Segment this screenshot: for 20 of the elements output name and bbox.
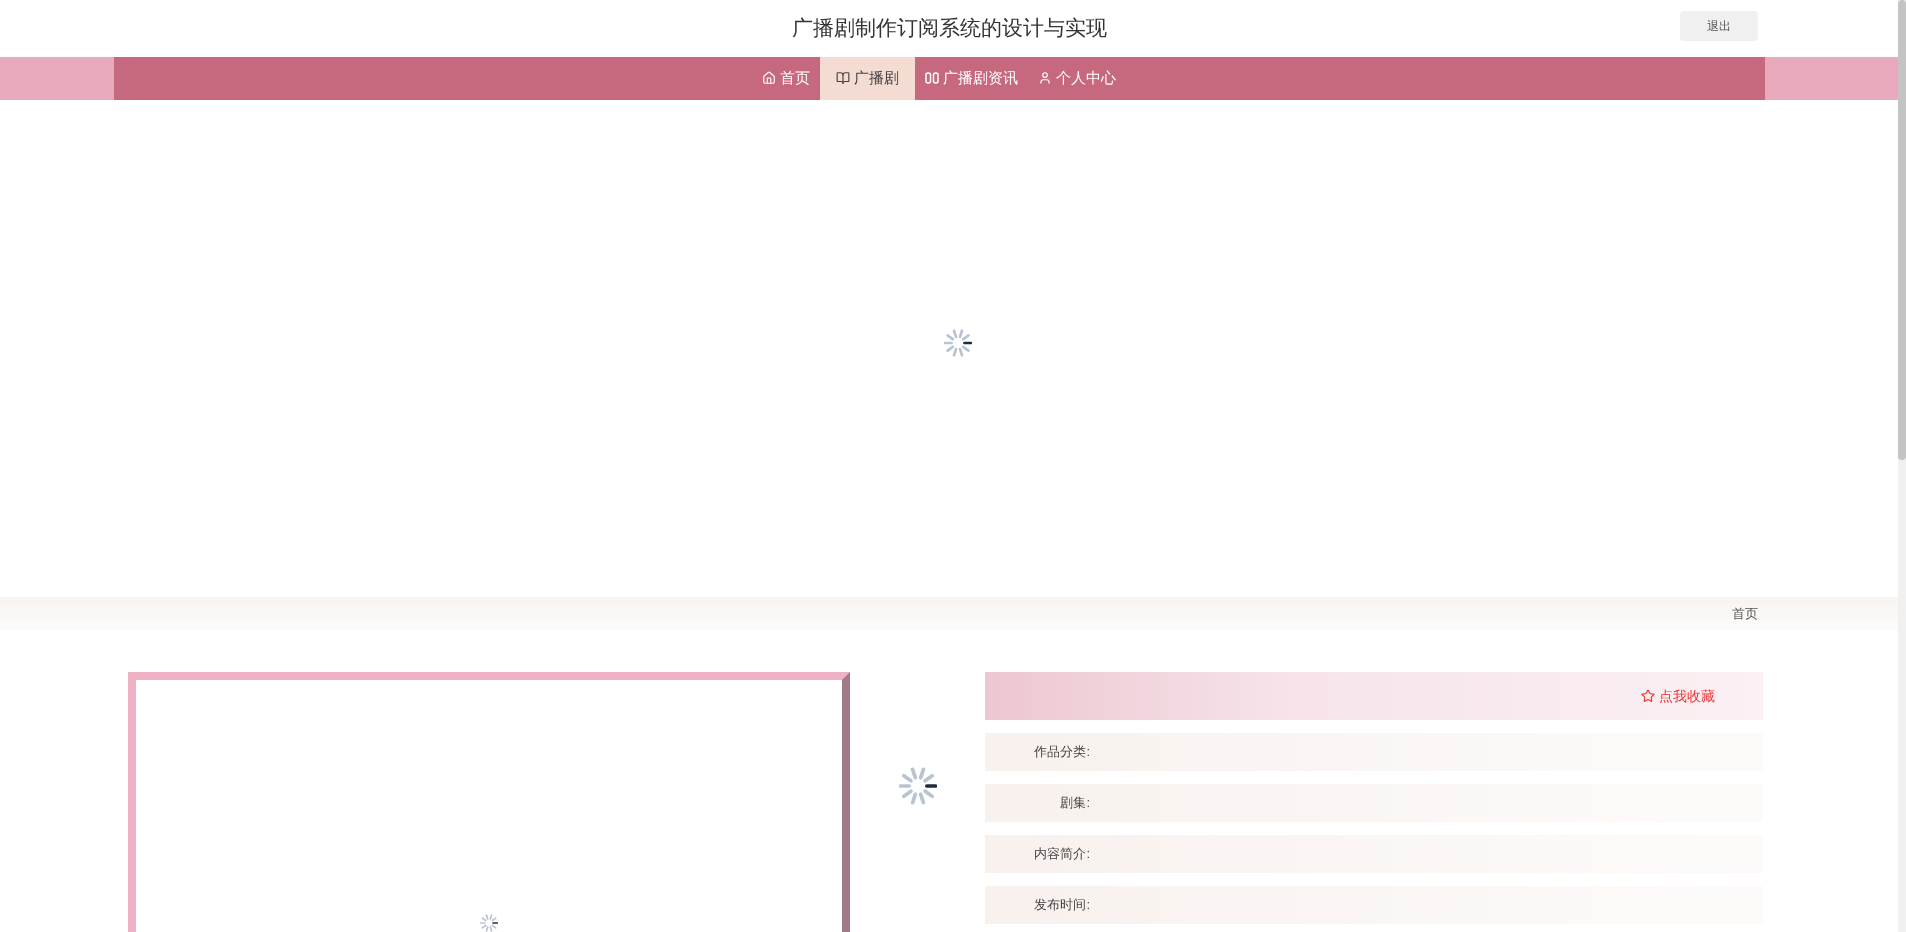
user-icon	[1038, 71, 1052, 86]
field-label: 内容简介:	[1033, 845, 1090, 864]
field-label: 发布时间:	[1033, 896, 1090, 915]
field-label: 作品分类:	[1033, 743, 1090, 762]
quote-icon	[925, 71, 939, 86]
loading-spinner-icon	[480, 914, 498, 932]
site-title: 广播剧制作订阅系统的设计与实现	[791, 14, 1107, 42]
nav-tab[interactable]: 个人中心	[1028, 56, 1126, 100]
breadcrumb-link[interactable]: 首页	[1732, 603, 1758, 624]
star-icon	[1641, 689, 1655, 703]
loading-spinner-icon	[898, 767, 937, 805]
favorite-button[interactable]: 点我收藏	[1641, 685, 1715, 707]
loading-spinner-icon	[944, 329, 972, 358]
home-icon	[762, 71, 776, 86]
nav-tab[interactable]: 首页	[752, 56, 820, 100]
book-icon	[836, 71, 850, 86]
nav-tab[interactable]: 广播剧	[820, 56, 915, 100]
nav-tab[interactable]: 广播剧资讯	[915, 56, 1028, 100]
logout-button[interactable]: 退出	[1680, 11, 1758, 41]
field-label: 剧集:	[1059, 794, 1090, 813]
